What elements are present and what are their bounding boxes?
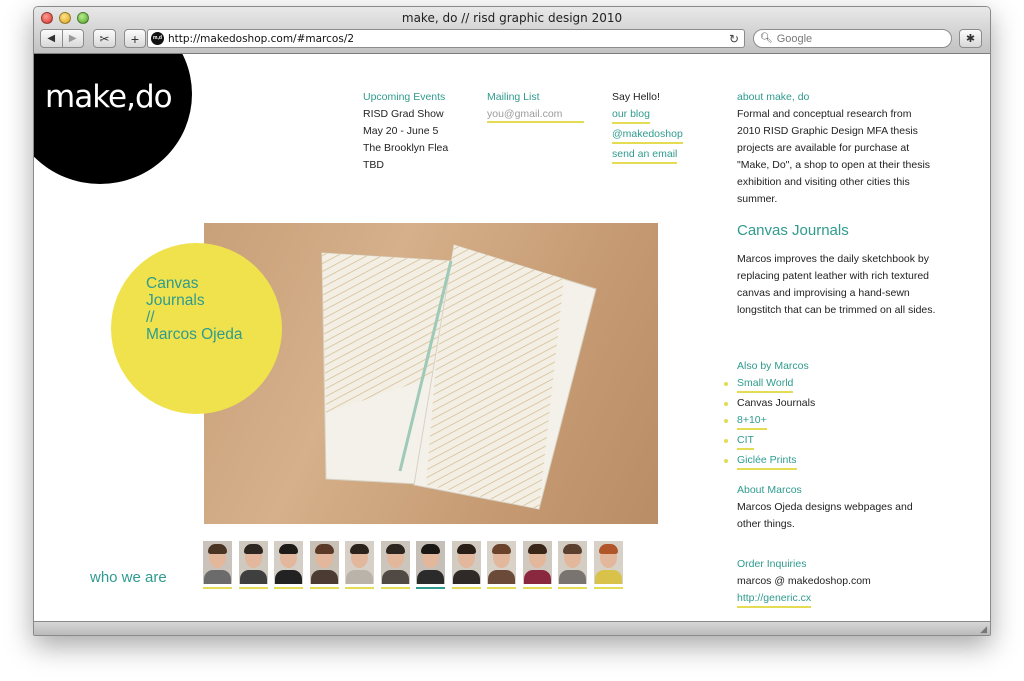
eight-ten-link[interactable]: 8+10+ — [737, 413, 767, 430]
forward-icon[interactable]: ▶ — [63, 33, 84, 44]
bullet-icon — [724, 459, 728, 463]
search-icon: 🔍︎ — [760, 33, 773, 44]
bullet-icon — [724, 439, 728, 443]
title-bar: make, do // risd graphic design 2010 ◀ ▶… — [34, 7, 990, 54]
current-project-label: Canvas Journals — [737, 397, 816, 409]
email-link[interactable]: send an email — [612, 147, 678, 164]
also-by-list: Small World Canvas Journals 8+10+ CIT Gi… — [724, 375, 937, 472]
browser-window: make, do // risd graphic design 2010 ◀ ▶… — [33, 6, 991, 636]
who-we-are-label: who we are — [90, 569, 167, 586]
back-icon[interactable]: ◀ — [41, 33, 62, 44]
bug-report-button[interactable]: ✱ — [959, 29, 982, 48]
order-details: marcos @ makedoshop.com http://generic.c… — [737, 573, 937, 610]
people-thumbnails — [203, 541, 629, 589]
product-photo — [204, 223, 658, 524]
person-thumbnail[interactable] — [274, 541, 303, 589]
bullet-icon — [724, 382, 728, 386]
list-item: Giclée Prints — [724, 452, 937, 472]
bullet-icon — [724, 402, 728, 406]
page-viewport: make,do Upcoming Events RISD Grad Show M… — [34, 54, 990, 622]
small-world-link[interactable]: Small World — [737, 376, 794, 393]
favicon-icon: m,d — [151, 32, 164, 45]
person-thumbnail[interactable] — [593, 541, 623, 589]
url-text[interactable]: http://makedoshop.com/#marcos/2 — [168, 33, 729, 45]
person-thumbnail[interactable] — [451, 541, 481, 589]
badge-line: // — [146, 309, 155, 326]
reload-icon[interactable]: ↻ — [729, 32, 739, 46]
website-link[interactable]: http://generic.cx — [737, 591, 812, 608]
event-line: RISD Grad Show — [363, 108, 444, 120]
person-thumbnail[interactable] — [203, 541, 232, 589]
also-by-heading: Also by Marcos — [737, 360, 809, 372]
about-column: about make, do Formal and conceptual res… — [737, 89, 937, 208]
person-thumbnail[interactable] — [487, 541, 516, 589]
events-column: Upcoming Events RISD Grad Show May 20 - … — [363, 89, 448, 174]
plus-icon: + — [130, 30, 140, 47]
add-bookmark-button[interactable]: + — [124, 29, 146, 48]
email-field[interactable] — [487, 106, 584, 123]
list-item: Canvas Journals — [724, 395, 937, 412]
scissors-icon: ✂ — [99, 31, 110, 46]
about-heading: about make, do — [737, 91, 810, 103]
twitter-link[interactable]: @makedoshop — [612, 127, 683, 144]
list-item: CIT — [724, 432, 937, 452]
resize-grip-icon[interactable]: ◢ — [980, 624, 987, 635]
badge-line: Canvas — [146, 275, 199, 292]
hello-heading: Say Hello! — [612, 91, 660, 103]
event-line: The Brooklyn Flea — [363, 142, 449, 154]
mailing-column: Mailing List — [487, 89, 584, 123]
giclee-prints-link[interactable]: Giclée Prints — [737, 453, 797, 470]
about-marcos-text: Marcos Ojeda designs webpages and other … — [737, 501, 913, 530]
search-placeholder: Google — [776, 32, 813, 45]
events-heading: Upcoming Events — [363, 91, 446, 103]
blog-link[interactable]: our blog — [612, 107, 650, 124]
address-bar[interactable]: m,d http://makedoshop.com/#marcos/2 ↻ — [147, 29, 745, 48]
logo[interactable]: make,do — [34, 54, 192, 184]
cit-link[interactable]: CIT — [737, 433, 754, 450]
about-text: Formal and conceptual research from 2010… — [737, 108, 931, 205]
person-thumbnail[interactable] — [309, 541, 339, 589]
list-item: Small World — [724, 375, 937, 395]
mailing-heading: Mailing List — [487, 91, 540, 103]
status-bar: ◢ — [34, 621, 990, 635]
project-badge-text: Canvas Journals // Marcos Ojeda — [146, 275, 242, 343]
order-email: marcos @ makedoshop.com — [737, 575, 871, 587]
person-thumbnail[interactable] — [522, 541, 552, 589]
canvas-journals-illustration — [321, 244, 597, 510]
person-thumbnail[interactable] — [238, 541, 268, 589]
window-title: make, do // risd graphic design 2010 — [401, 11, 623, 25]
search-field[interactable]: 🔍︎ Google — [753, 29, 952, 48]
event-line: TBD — [363, 159, 384, 171]
logo-text: make,do — [45, 79, 173, 115]
bug-icon: ✱ — [965, 33, 976, 45]
back-forward-group: ◀ ▶ — [40, 29, 84, 48]
person-thumbnail[interactable] — [345, 541, 374, 589]
event-line: May 20 - June 5 — [363, 125, 439, 137]
badge-line: Marcos Ojeda — [146, 326, 243, 343]
order-heading: Order Inquiries — [737, 558, 807, 570]
person-thumbnail[interactable] — [380, 541, 410, 589]
person-thumbnail-selected[interactable] — [416, 541, 445, 589]
project-description: Marcos improves the daily sketchbook by … — [737, 253, 936, 316]
project-title: Canvas Journals — [737, 222, 849, 239]
person-thumbnail[interactable] — [558, 541, 587, 589]
bullet-icon — [724, 419, 728, 423]
badge-line: Journals — [146, 292, 205, 309]
snip-button[interactable]: ✂ — [93, 29, 116, 48]
about-marcos-heading: About Marcos — [737, 484, 802, 496]
hello-column: Say Hello! our blog @makedoshop send an … — [612, 89, 683, 166]
list-item: 8+10+ — [724, 412, 937, 432]
